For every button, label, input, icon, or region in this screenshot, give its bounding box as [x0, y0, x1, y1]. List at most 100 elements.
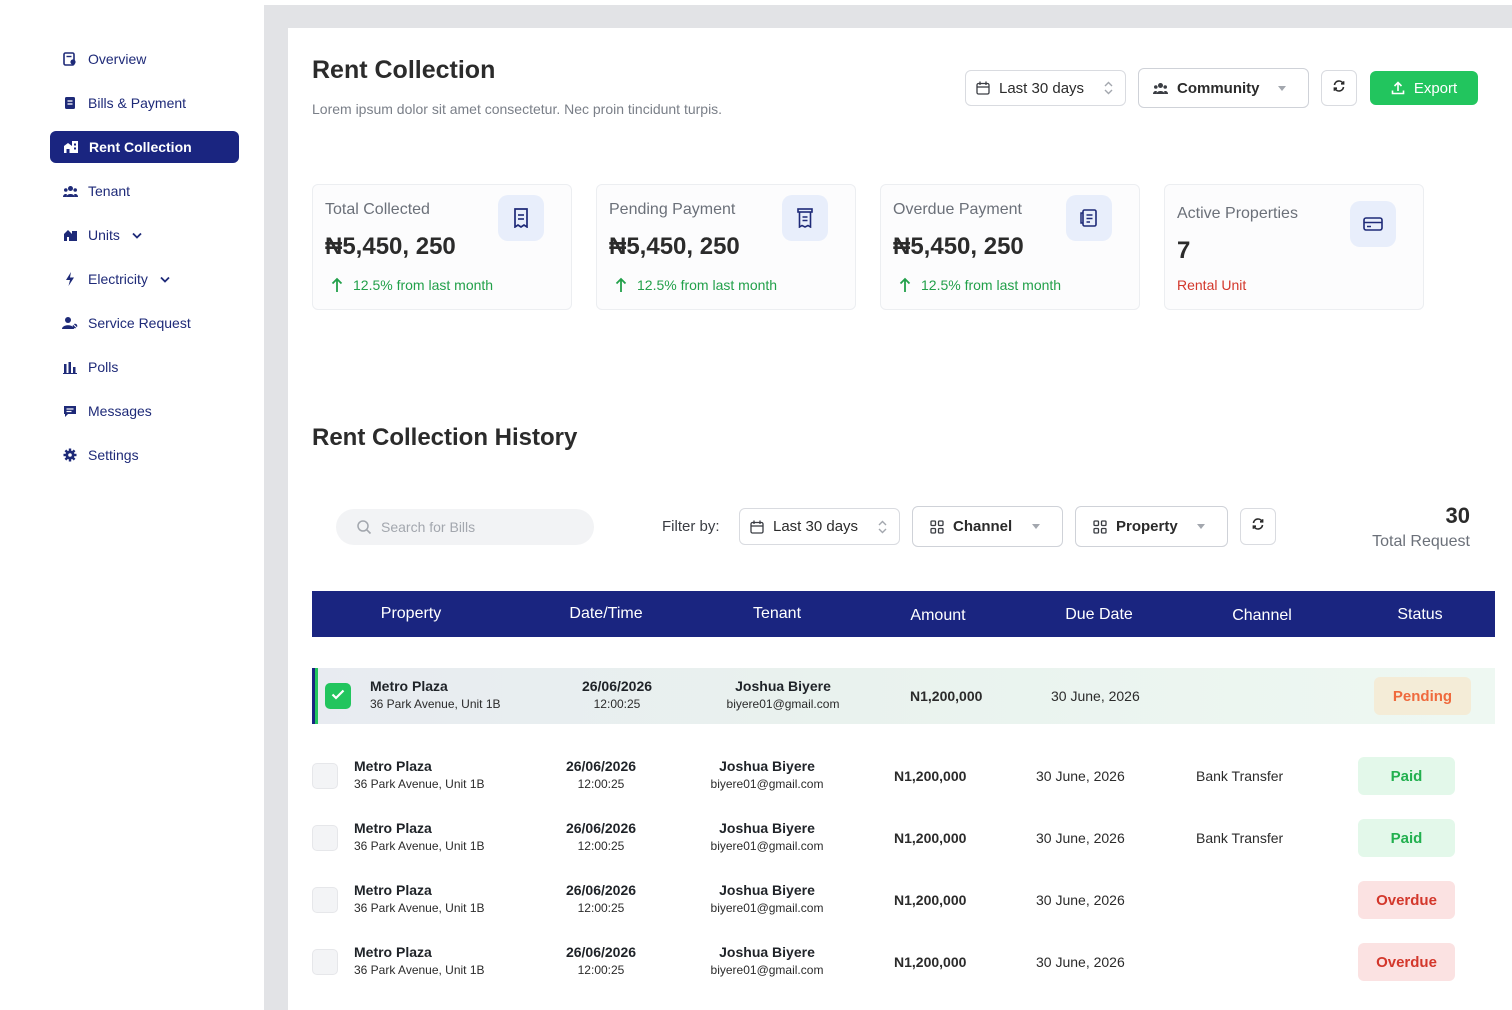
tenant-icon: [62, 183, 78, 199]
column-header-datetime[interactable]: Date/Time: [569, 591, 642, 637]
table-row[interactable]: Metro Plaza 36 Park Avenue, Unit 1B 26/0…: [312, 872, 1495, 928]
time-text: 12:00:25: [593, 697, 641, 711]
sidebar-item-bills[interactable]: Bills & Payment: [50, 87, 239, 119]
property-address: 36 Park Avenue, Unit 1B: [354, 839, 485, 853]
sidebar-item-overview[interactable]: Overview: [50, 43, 239, 75]
export-button[interactable]: Export: [1370, 71, 1478, 105]
filter-date-select[interactable]: Last 30 days: [739, 508, 900, 545]
polls-icon: [62, 359, 78, 375]
column-header-status[interactable]: Status: [1397, 592, 1442, 638]
due-date-cell: 30 June, 2026: [1036, 892, 1125, 908]
sidebar-item-polls[interactable]: Polls: [50, 351, 239, 383]
table-row[interactable]: Metro Plaza 36 Park Avenue, Unit 1B 26/0…: [312, 934, 1495, 990]
table-row[interactable]: Metro Plaza 36 Park Avenue, Unit 1B 26/0…: [312, 668, 1495, 724]
property-cell: Metro Plaza 36 Park Avenue, Unit 1B: [354, 882, 485, 915]
tenant-cell: Joshua Biyere biyere01@gmail.com: [711, 944, 824, 977]
export-label: Export: [1413, 79, 1458, 97]
time-text: 12:00:25: [577, 777, 625, 791]
filter-property-select[interactable]: Property: [1075, 506, 1228, 547]
sidebar-item-label: Units: [88, 227, 120, 243]
stat-trend-text: 12.5% from last month: [637, 277, 778, 293]
sidebar-item-label: Tenant: [88, 183, 131, 199]
table-row[interactable]: Metro Plaza 36 Park Avenue, Unit 1B 26/0…: [312, 748, 1495, 804]
date-range-select[interactable]: Last 30 days: [965, 70, 1126, 106]
stat-trend: 12.5% from last month: [899, 277, 1061, 293]
property-name: Metro Plaza: [354, 944, 432, 960]
row-checkbox[interactable]: [325, 683, 351, 709]
total-request-count: 30: [1445, 503, 1470, 528]
invoice-icon: [782, 195, 828, 241]
row-checkbox[interactable]: [312, 763, 338, 789]
sidebar-item-electricity[interactable]: Electricity: [50, 263, 239, 295]
table-row[interactable]: Metro Plaza 36 Park Avenue, Unit 1B 26/0…: [312, 810, 1495, 866]
reset-filters-button[interactable]: [1240, 508, 1276, 545]
table-header: Property Date/Time Tenant Amount Due Dat…: [312, 591, 1495, 637]
tenant-email: biyere01@gmail.com: [710, 963, 824, 977]
stat-value: ₦5,450, 250: [893, 233, 1024, 260]
datetime-cell: 26/06/2026 12:00:25: [566, 758, 636, 791]
row-checkbox[interactable]: [312, 887, 338, 913]
total-request-label: Total Request: [1372, 533, 1470, 550]
stat-title: Pending Payment: [609, 201, 736, 218]
caret-down-icon: [1278, 85, 1286, 91]
credit-card-icon: [1350, 201, 1396, 247]
community-select[interactable]: Community: [1138, 68, 1309, 108]
receipt-icon: [498, 195, 544, 241]
column-header-due-date[interactable]: Due Date: [1065, 592, 1133, 638]
status-badge: Paid: [1358, 757, 1455, 795]
chevron-down-icon[interactable]: [132, 232, 142, 239]
grid-icon: [1093, 519, 1107, 534]
filter-property-value: Property: [1116, 518, 1178, 535]
tenant-email: biyere01@gmail.com: [710, 901, 824, 915]
column-header-amount[interactable]: Amount: [910, 593, 965, 639]
status-badge: Overdue: [1358, 881, 1455, 919]
community-icon: [1153, 82, 1168, 95]
datetime-cell: 26/06/2026 12:00:25: [582, 678, 652, 711]
stat-caption: Rental Unit: [1177, 277, 1247, 293]
tenant-name: Joshua Biyere: [735, 678, 831, 694]
row-checkbox[interactable]: [312, 949, 338, 975]
date-range-value: Last 30 days: [999, 79, 1085, 97]
bills-icon: [62, 95, 78, 111]
filter-date-value: Last 30 days: [773, 518, 859, 535]
column-header-tenant[interactable]: Tenant: [753, 591, 801, 637]
due-date-cell: 30 June, 2026: [1036, 768, 1125, 784]
sidebar-item-settings[interactable]: Settings: [50, 439, 239, 471]
sidebar-item-service-request[interactable]: Service Request: [50, 307, 239, 339]
chevron-down-icon[interactable]: [160, 276, 170, 283]
sidebar-item-units[interactable]: Units: [50, 219, 239, 251]
due-date-cell: 30 June, 2026: [1036, 954, 1125, 970]
tenant-name: Joshua Biyere: [719, 882, 815, 898]
search-placeholder: Search for Bills: [381, 519, 476, 535]
search-input[interactable]: Search for Bills: [336, 509, 594, 545]
filter-channel-select[interactable]: Channel: [912, 506, 1063, 547]
column-header-property[interactable]: Property: [381, 591, 441, 637]
refresh-button[interactable]: [1321, 70, 1357, 106]
column-header-channel[interactable]: Channel: [1232, 593, 1292, 639]
amount-cell: N1,200,000: [894, 954, 967, 970]
stat-trend: 12.5% from last month: [331, 277, 493, 293]
property-address: 36 Park Avenue, Unit 1B: [354, 777, 485, 791]
upload-icon: [1391, 81, 1405, 95]
tenant-name: Joshua Biyere: [719, 758, 815, 774]
amount-cell: N1,200,000: [894, 892, 967, 908]
sidebar-item-rent-collection[interactable]: Rent Collection: [50, 131, 239, 163]
filter-channel-value: Channel: [953, 518, 1013, 535]
calendar-icon: [976, 81, 990, 95]
row-checkbox[interactable]: [312, 825, 338, 851]
date-text: 26/06/2026: [565, 820, 637, 836]
rent-icon: [63, 139, 79, 155]
property-name: Metro Plaza: [354, 820, 432, 836]
channel-cell: Bank Transfer: [1196, 830, 1284, 846]
channel-cell: Bank Transfer: [1196, 768, 1284, 784]
frame-top-bar: [264, 5, 1512, 28]
electricity-icon: [62, 271, 78, 287]
amount-cell: N1,200,000: [894, 768, 967, 784]
check-icon: [331, 687, 345, 705]
document-icon: [1066, 195, 1112, 241]
grid-icon: [930, 519, 944, 534]
date-text: 26/06/2026: [565, 758, 637, 774]
settings-icon: [62, 447, 78, 463]
sidebar-item-messages[interactable]: Messages: [50, 395, 239, 427]
sidebar-item-tenant[interactable]: Tenant: [50, 175, 239, 207]
